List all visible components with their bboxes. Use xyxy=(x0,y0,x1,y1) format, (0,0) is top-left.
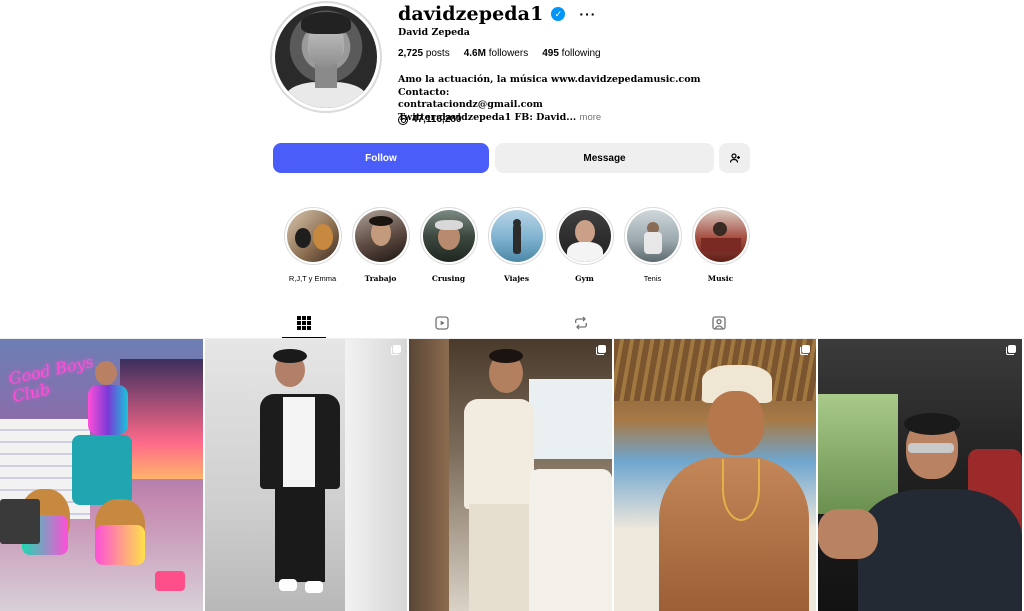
highlight-item[interactable]: Viajes xyxy=(487,207,546,283)
grid-icon xyxy=(297,316,311,330)
threads-link[interactable]: 47,116,280 xyxy=(398,114,462,125)
post-tile[interactable] xyxy=(205,339,407,611)
bio-line: contrataciondz@gmail.com xyxy=(398,99,543,110)
posts-grid: Good Boys Club xyxy=(0,339,1024,611)
highlight-item[interactable]: Tenis xyxy=(623,207,682,283)
reposts-icon xyxy=(575,316,587,330)
carousel-icon xyxy=(391,345,401,355)
highlight-cover xyxy=(558,210,611,262)
post-tile[interactable]: Good Boys Club xyxy=(0,339,203,611)
bio-line: Amo la actuación, la música www.davidzep… xyxy=(398,74,701,98)
posts-stat: 2,725 posts xyxy=(398,48,450,59)
profile-avatar[interactable] xyxy=(270,1,382,113)
profile-tabs xyxy=(0,307,1024,339)
post-image xyxy=(120,359,203,479)
post-tile[interactable] xyxy=(614,339,816,611)
post-image xyxy=(409,339,449,611)
highlight-cover xyxy=(286,210,339,262)
highlight-label: Tenis xyxy=(643,274,662,283)
carousel-icon xyxy=(800,345,810,355)
carousel-icon xyxy=(596,345,606,355)
highlight-cover xyxy=(490,210,543,262)
bio-more-link[interactable]: more xyxy=(580,112,602,123)
post-image xyxy=(345,339,407,611)
username: davidzepeda1 xyxy=(398,3,544,25)
highlight-label: R,J,T y Emma xyxy=(288,274,337,283)
avatar-image xyxy=(275,6,377,108)
highlight-item[interactable]: Trabajo xyxy=(351,207,410,283)
reels-icon xyxy=(435,316,449,330)
highlight-label: Trabajo xyxy=(364,274,397,283)
verified-badge-icon: ✓ xyxy=(551,7,566,21)
tab-reels[interactable] xyxy=(434,315,450,331)
highlight-item[interactable]: Music xyxy=(691,207,750,283)
highlight-label: Music xyxy=(707,274,734,283)
highlight-label: Crusing xyxy=(431,274,466,283)
add-user-icon xyxy=(729,153,740,163)
highlight-cover xyxy=(422,210,475,262)
threads-icon xyxy=(398,114,408,125)
suggested-accounts-button[interactable] xyxy=(719,143,750,173)
highlight-item[interactable]: Gym xyxy=(555,207,614,283)
post-tile[interactable] xyxy=(818,339,1022,611)
followers-stat[interactable]: 4.6M followers xyxy=(464,48,528,59)
full-name: David Zepeda xyxy=(398,27,470,38)
carousel-icon xyxy=(1006,345,1016,355)
story-highlights: R,J,T y Emma Trabajo Crusing Viajes Gym xyxy=(283,207,750,283)
more-options-icon[interactable]: ··· xyxy=(579,6,596,22)
highlight-item[interactable]: Crusing xyxy=(419,207,478,283)
username-row: davidzepeda1 ✓ ··· xyxy=(398,3,596,25)
tab-tagged[interactable] xyxy=(711,315,727,331)
message-button[interactable]: Message xyxy=(495,143,714,173)
post-image xyxy=(818,394,898,514)
highlight-item[interactable]: R,J,T y Emma xyxy=(283,207,342,283)
highlight-cover xyxy=(694,210,747,262)
post-tile[interactable] xyxy=(409,339,612,611)
tagged-icon xyxy=(712,316,726,330)
highlight-label: Gym xyxy=(575,274,594,283)
tab-reposts[interactable] xyxy=(573,315,589,331)
threads-count: 47,116,280 xyxy=(412,114,462,125)
tab-posts[interactable] xyxy=(296,315,312,331)
highlight-label: Viajes xyxy=(503,274,530,283)
highlight-cover xyxy=(626,210,679,262)
highlight-cover xyxy=(354,210,407,262)
follow-button[interactable]: Follow xyxy=(273,143,489,173)
following-stat[interactable]: 495 following xyxy=(542,48,600,59)
profile-stats: 2,725 posts 4.6M followers 495 following xyxy=(398,48,601,59)
